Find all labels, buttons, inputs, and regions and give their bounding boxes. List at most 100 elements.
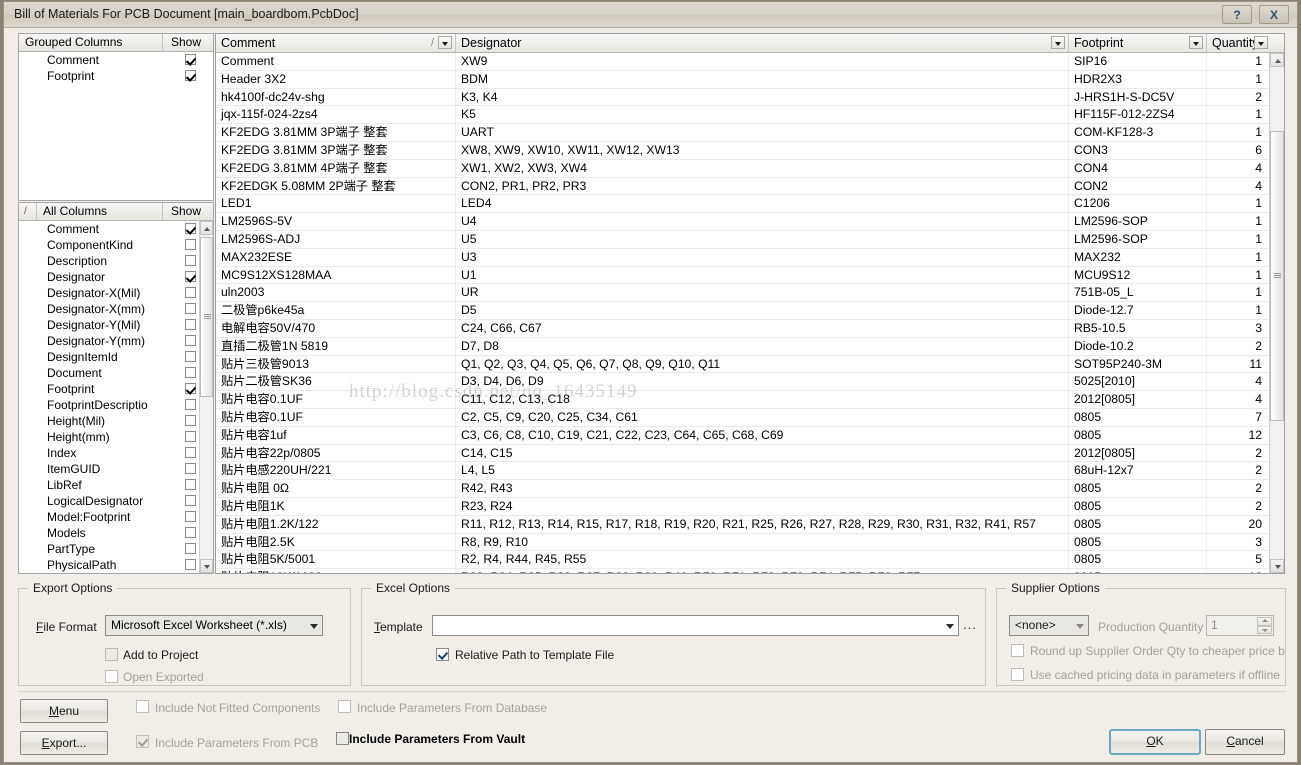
all-column-row[interactable]: DesignItemId bbox=[19, 349, 213, 365]
column-header-footprint[interactable]: Footprint bbox=[1069, 34, 1207, 52]
all-column-row[interactable]: Document bbox=[19, 365, 213, 381]
grouped-columns-header-show[interactable]: Show bbox=[163, 34, 214, 51]
all-column-row[interactable]: Index bbox=[19, 445, 213, 461]
all-column-show-checkbox[interactable] bbox=[185, 335, 196, 346]
production-quantity-stepper[interactable]: 1 bbox=[1206, 615, 1274, 636]
stepper-down-icon[interactable] bbox=[1257, 625, 1272, 634]
table-row[interactable]: hk4100f-dc24v-shg K3, K4 J-HRS1H-S-DC5V 2 bbox=[216, 88, 1269, 107]
column-header-quantity[interactable]: Quantity bbox=[1207, 34, 1271, 52]
all-column-show-checkbox[interactable] bbox=[185, 447, 196, 458]
all-column-row[interactable]: Designator-Y(Mil) bbox=[19, 317, 213, 333]
menu-button[interactable]: Menu bbox=[20, 699, 108, 723]
grouped-columns-header-name[interactable]: Grouped Columns bbox=[19, 34, 163, 51]
table-row[interactable]: LM2596S-ADJ U5 LM2596-SOP 1 bbox=[216, 230, 1269, 249]
export-button[interactable]: Export... bbox=[20, 731, 108, 755]
all-column-show-checkbox[interactable] bbox=[185, 415, 196, 426]
grid-scroll-down-icon[interactable] bbox=[1270, 559, 1284, 573]
table-row[interactable]: Comment XW9 SIP16 1 bbox=[216, 53, 1269, 71]
table-row[interactable]: MAX232ESE U3 MAX232 1 bbox=[216, 248, 1269, 267]
table-row[interactable]: LED1 LED4 C1206 1 bbox=[216, 195, 1269, 214]
column-header-comment[interactable]: Comment / bbox=[216, 34, 456, 52]
all-column-row[interactable]: PhysicalPath bbox=[19, 557, 213, 573]
all-column-row[interactable]: ItemGUID bbox=[19, 461, 213, 477]
all-column-show-checkbox[interactable] bbox=[185, 431, 196, 442]
all-column-show-checkbox[interactable] bbox=[185, 367, 196, 378]
all-column-show-checkbox[interactable] bbox=[185, 223, 196, 234]
table-row[interactable]: 贴片电阻1.2K/122 R11, R12, R13, R14, R15, R17… bbox=[216, 515, 1269, 534]
relative-path-checkbox[interactable] bbox=[436, 648, 449, 661]
table-row[interactable]: uln2003 UR 751B-05_L 1 bbox=[216, 284, 1269, 303]
all-column-row[interactable]: LogicalDesignator bbox=[19, 493, 213, 509]
grouped-column-show-checkbox[interactable] bbox=[185, 54, 196, 65]
all-column-show-checkbox[interactable] bbox=[185, 271, 196, 282]
scroll-up-icon[interactable] bbox=[200, 221, 213, 235]
table-row[interactable]: 贴片电阻10K/1002R33, R34, R35, R36, R37, R38… bbox=[216, 569, 1269, 573]
table-row[interactable]: MC9S12XS128MAA U1 MCU9S12 1 bbox=[216, 266, 1269, 285]
all-column-row[interactable]: LibRef bbox=[19, 477, 213, 493]
all-column-show-checkbox[interactable] bbox=[185, 511, 196, 522]
table-row[interactable]: KF2EDG 3.81MM 4P端子 整套 XW1, XW2, XW3, XW4 C… bbox=[216, 159, 1269, 178]
filter-dropdown-comment-icon[interactable] bbox=[438, 36, 452, 49]
grouped-column-show-checkbox[interactable] bbox=[185, 70, 196, 81]
all-column-row[interactable]: PartType bbox=[19, 541, 213, 557]
all-column-row[interactable]: Description bbox=[19, 253, 213, 269]
table-row[interactable]: 贴片二极管SK36 D3, D4, D6, D9 5025[2010] 4 bbox=[216, 373, 1269, 392]
all-columns-header-sort[interactable]: / bbox=[19, 203, 37, 220]
stepper-up-icon[interactable] bbox=[1257, 617, 1272, 626]
table-row[interactable]: 贴片电容0.1UF C11, C12, C13, C18 2012[0805] 4 bbox=[216, 391, 1269, 409]
all-column-row[interactable]: Height(mm) bbox=[19, 429, 213, 445]
all-column-show-checkbox[interactable] bbox=[185, 303, 196, 314]
all-column-show-checkbox[interactable] bbox=[185, 463, 196, 474]
filter-dropdown-quantity-icon[interactable] bbox=[1254, 36, 1268, 49]
all-column-row[interactable]: Height(Mil) bbox=[19, 413, 213, 429]
table-row[interactable]: 贴片电感220UH/221 L4, L5 68uH-12x7 2 bbox=[216, 462, 1269, 481]
all-column-show-checkbox[interactable] bbox=[185, 495, 196, 506]
table-row[interactable]: 贴片电阻5K/5001 R2, R4, R44, R45, R55 0805 5 bbox=[216, 551, 1269, 570]
all-column-show-checkbox[interactable] bbox=[185, 479, 196, 490]
all-column-row[interactable]: Designator bbox=[19, 269, 213, 285]
add-to-project-checkbox[interactable] bbox=[105, 648, 118, 661]
bom-table-scrollbar[interactable] bbox=[1269, 53, 1284, 573]
table-row[interactable]: KF2EDG 3.81MM 3P端子 整套 UART COM-KF128-3 1 bbox=[216, 124, 1269, 142]
all-column-show-checkbox[interactable] bbox=[185, 255, 196, 266]
table-row[interactable]: 电解电容50V/470 C24, C66, C67 RB5-10.5 3 bbox=[216, 319, 1269, 338]
table-row[interactable]: 贴片电容1uf C3, C6, C8, C10, C19, C21, C22, C… bbox=[216, 426, 1269, 445]
all-column-row[interactable]: Footprint bbox=[19, 381, 213, 397]
all-column-row[interactable]: Comment bbox=[19, 221, 213, 237]
all-column-row[interactable]: Designator-X(Mil) bbox=[19, 285, 213, 301]
grouped-column-row[interactable]: Footprint bbox=[19, 68, 213, 84]
browse-template-button[interactable]: ... bbox=[963, 618, 977, 631]
all-columns-header-show[interactable]: Show bbox=[163, 203, 214, 220]
table-row[interactable]: 贴片电容22p/0805 C14, C15 2012[0805] 2 bbox=[216, 444, 1269, 463]
table-row[interactable]: 贴片三极管9013 Q1, Q2, Q3, Q4, Q5, Q6, Q7, Q8,… bbox=[216, 355, 1269, 374]
all-column-show-checkbox[interactable] bbox=[185, 559, 196, 570]
all-column-row[interactable]: Models bbox=[19, 525, 213, 541]
table-row[interactable]: Header 3X2 BDM HDR2X3 1 bbox=[216, 70, 1269, 89]
all-column-row[interactable]: FootprintDescriptio bbox=[19, 397, 213, 413]
filter-dropdown-footprint-icon[interactable] bbox=[1189, 36, 1203, 49]
help-button[interactable]: ? bbox=[1222, 5, 1252, 24]
scrollbar-thumb[interactable] bbox=[200, 237, 213, 397]
table-row[interactable]: jqx-115f-024-2zs4 K5 HF115F-012-2ZS4 1 bbox=[216, 106, 1269, 125]
table-row[interactable]: 贴片电阻1K R23, R24 0805 2 bbox=[216, 497, 1269, 516]
all-column-row[interactable]: Designator-X(mm) bbox=[19, 301, 213, 317]
table-row[interactable]: LM2596S-5V U4 LM2596-SOP 1 bbox=[216, 213, 1269, 231]
all-columns-header-name[interactable]: All Columns bbox=[37, 203, 163, 220]
table-row[interactable]: KF2EDG 3.81MM 3P端子 整套 XW8, XW9, XW10, XW1… bbox=[216, 141, 1269, 160]
all-column-show-checkbox[interactable] bbox=[185, 287, 196, 298]
all-column-row[interactable]: Designator-Y(mm) bbox=[19, 333, 213, 349]
table-row[interactable]: 贴片电容0.1UF C2, C5, C9, C20, C25, C34, C61 0… bbox=[216, 408, 1269, 427]
ok-button[interactable]: OK bbox=[1109, 729, 1201, 755]
cancel-button[interactable]: Cancel bbox=[1205, 729, 1285, 755]
all-column-show-checkbox[interactable] bbox=[185, 543, 196, 554]
all-column-row[interactable]: Model:Footprint bbox=[19, 509, 213, 525]
table-row[interactable]: 贴片电阻 0Ω R42, R43 0805 2 bbox=[216, 480, 1269, 498]
all-column-show-checkbox[interactable] bbox=[185, 239, 196, 250]
table-row[interactable]: 贴片电阻2.5K R8, R9, R10 0805 3 bbox=[216, 533, 1269, 552]
close-button[interactable]: X bbox=[1259, 5, 1289, 24]
grid-scroll-up-icon[interactable] bbox=[1270, 53, 1284, 67]
table-row[interactable]: 二极管p6ke45a D5 Diode-12.7 1 bbox=[216, 302, 1269, 320]
file-format-select[interactable]: Microsoft Excel Worksheet (*.xls) bbox=[105, 615, 323, 636]
grouped-column-row[interactable]: Comment bbox=[19, 52, 213, 68]
column-header-designator[interactable]: Designator bbox=[456, 34, 1069, 52]
